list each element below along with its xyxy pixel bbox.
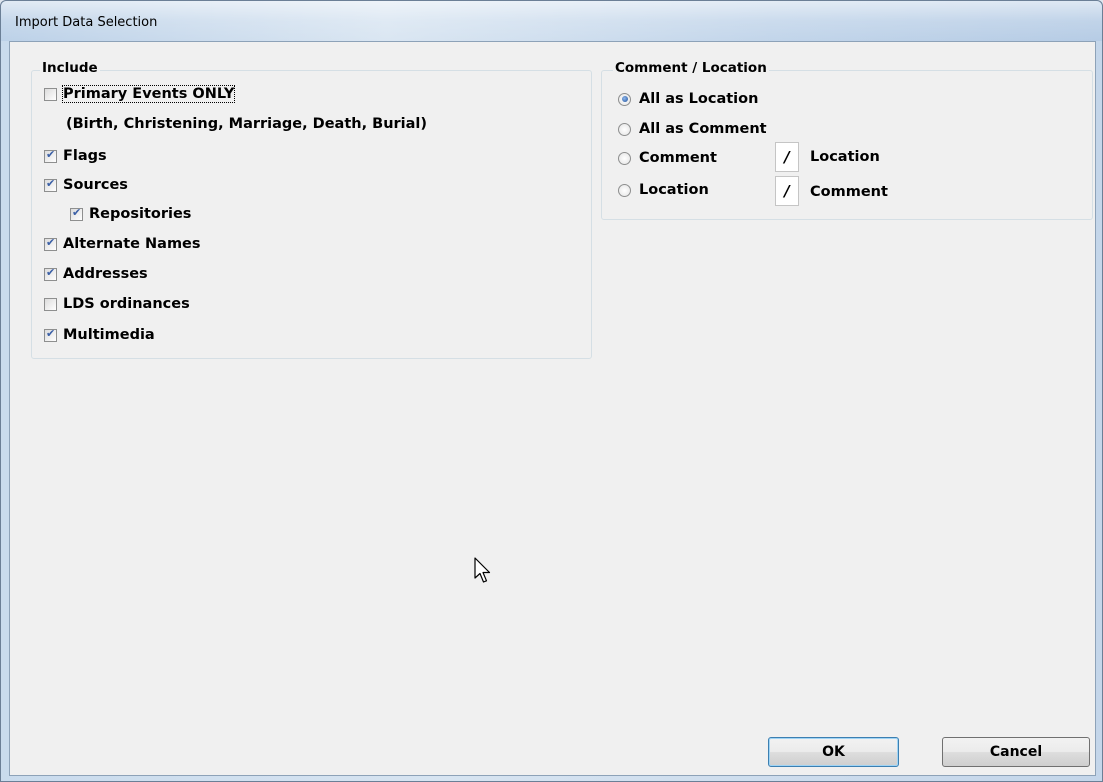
include-group-label: Include xyxy=(40,60,100,76)
addresses-checkbox[interactable]: Addresses xyxy=(44,266,148,282)
flags-checkbox-box[interactable] xyxy=(44,148,57,163)
sources-label: Sources xyxy=(63,177,128,193)
primary-events-checkbox[interactable]: Primary Events ONLY xyxy=(44,85,236,103)
alternate-names-checkbox[interactable]: Alternate Names xyxy=(44,236,201,252)
sources-checkbox-box[interactable] xyxy=(44,177,57,192)
comment-location-group-label: Comment / Location xyxy=(613,60,769,76)
flags-label: Flags xyxy=(63,148,107,164)
all-as-location-radio-button[interactable] xyxy=(618,92,631,106)
multimedia-checkbox[interactable]: Multimedia xyxy=(44,327,155,343)
flags-checkbox[interactable]: Flags xyxy=(44,148,107,164)
comment-location-separator-field[interactable]: / xyxy=(775,142,799,172)
multimedia-label: Multimedia xyxy=(63,327,155,343)
comment-location-radio-button[interactable] xyxy=(618,151,631,165)
lds-ordinances-checkbox[interactable]: LDS ordinances xyxy=(44,296,190,312)
addresses-label: Addresses xyxy=(63,266,148,282)
location-comment-separator-field[interactable]: / xyxy=(775,176,799,206)
sources-checkbox[interactable]: Sources xyxy=(44,177,128,193)
lds-ordinances-label: LDS ordinances xyxy=(63,296,190,312)
dialog-body: Include Primary Events ONLY (Birth, Chri… xyxy=(9,41,1096,776)
window-title: Import Data Selection xyxy=(15,15,158,30)
primary-events-note: (Birth, Christening, Marriage, Death, Bu… xyxy=(66,116,428,132)
mouse-pointer-icon xyxy=(474,557,491,583)
all-as-comment-radio-button[interactable] xyxy=(618,122,631,136)
ok-button[interactable]: OK xyxy=(768,737,899,767)
all-as-location-label: All as Location xyxy=(639,91,759,107)
all-as-comment-radio[interactable]: All as Comment xyxy=(618,121,767,137)
import-data-selection-dialog: Import Data Selection Include Primary Ev… xyxy=(0,0,1103,782)
location-comment-radio[interactable]: Location xyxy=(618,182,709,198)
repositories-checkbox[interactable]: Repositories xyxy=(70,206,191,222)
location-comment-second-label: Comment xyxy=(810,184,888,200)
comment-location-radio[interactable]: Comment xyxy=(618,150,717,166)
multimedia-checkbox-box[interactable] xyxy=(44,327,57,342)
primary-events-label: Primary Events ONLY xyxy=(61,85,236,103)
cancel-button[interactable]: Cancel xyxy=(942,737,1090,767)
addresses-checkbox-box[interactable] xyxy=(44,266,57,281)
all-as-comment-label: All as Comment xyxy=(639,121,767,137)
location-comment-radio-button[interactable] xyxy=(618,183,631,197)
all-as-location-radio[interactable]: All as Location xyxy=(618,91,758,107)
primary-events-checkbox-box[interactable] xyxy=(44,87,57,101)
comment-location-first-label: Comment xyxy=(639,150,717,166)
alternate-names-label: Alternate Names xyxy=(63,236,201,252)
repositories-checkbox-box[interactable] xyxy=(70,206,83,221)
comment-location-second-label: Location xyxy=(810,149,880,165)
location-comment-first-label: Location xyxy=(639,182,709,198)
repositories-label: Repositories xyxy=(89,206,192,222)
title-bar[interactable]: Import Data Selection xyxy=(1,1,1102,41)
alternate-names-checkbox-box[interactable] xyxy=(44,236,57,251)
lds-ordinances-checkbox-box[interactable] xyxy=(44,297,57,311)
